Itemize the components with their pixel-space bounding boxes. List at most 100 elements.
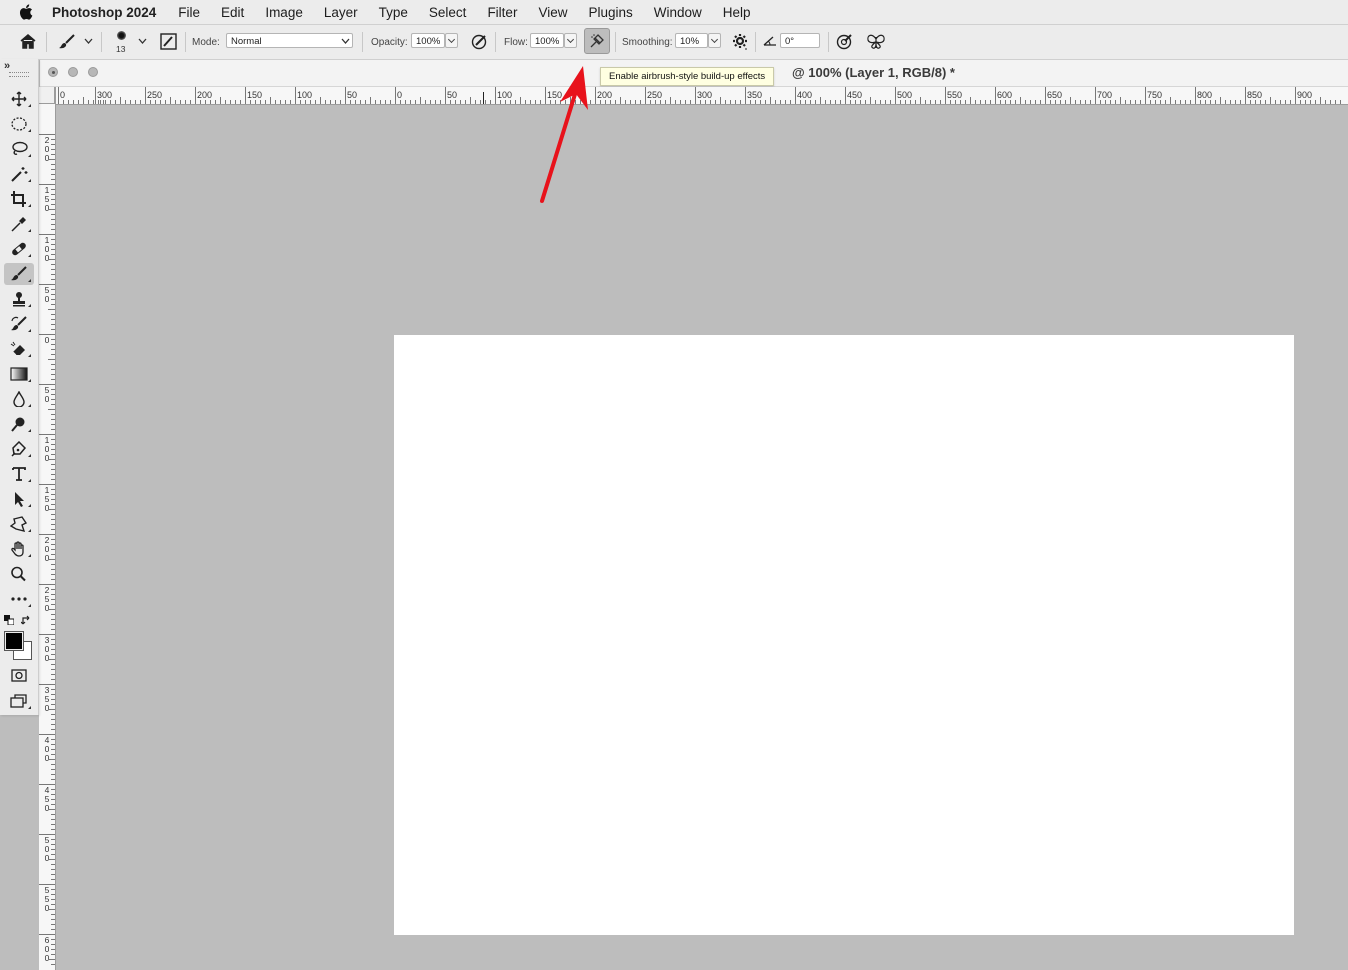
ruler-origin-corner[interactable] bbox=[39, 87, 55, 104]
ruler-minor-tick bbox=[1170, 97, 1171, 104]
ruler-minor-tick bbox=[51, 369, 55, 370]
menu-window[interactable]: Window bbox=[654, 5, 702, 20]
close-window-button[interactable] bbox=[48, 67, 58, 77]
menu-bar: Photoshop 2024 File Edit Image Layer Typ… bbox=[0, 0, 1348, 25]
hand-tool[interactable] bbox=[4, 538, 34, 560]
blur-tool[interactable] bbox=[4, 388, 34, 410]
brush-preset-icon[interactable] bbox=[58, 34, 76, 50]
ruler-label: 250 bbox=[647, 90, 663, 100]
zoom-window-button[interactable] bbox=[88, 67, 98, 77]
ruler-minor-tick bbox=[51, 144, 55, 145]
ruler-minor-tick bbox=[175, 100, 176, 104]
chevron-down-icon[interactable] bbox=[84, 38, 93, 45]
ruler-minor-tick bbox=[125, 100, 126, 104]
default-colors-icon[interactable] bbox=[4, 615, 14, 625]
smoothing-dropdown-button[interactable] bbox=[708, 33, 721, 48]
foreground-color-swatch[interactable] bbox=[4, 631, 24, 651]
menu-plugins[interactable]: Plugins bbox=[588, 5, 632, 20]
ruler-minor-tick bbox=[103, 100, 104, 104]
menu-edit[interactable]: Edit bbox=[221, 5, 244, 20]
collapse-panel-icon[interactable]: » bbox=[4, 60, 10, 72]
gear-icon[interactable] bbox=[732, 33, 750, 51]
ruler-minor-tick bbox=[51, 419, 55, 420]
gradient-tool[interactable] bbox=[4, 363, 34, 385]
ruler-minor-tick bbox=[48, 759, 55, 760]
opacity-field[interactable]: 100% bbox=[411, 33, 445, 48]
ruler-minor-tick bbox=[455, 100, 456, 104]
menu-image[interactable]: Image bbox=[265, 5, 303, 20]
ruler-minor-tick bbox=[51, 224, 55, 225]
panel-grip[interactable] bbox=[9, 72, 29, 77]
menu-type[interactable]: Type bbox=[379, 5, 408, 20]
opacity-dropdown-button[interactable] bbox=[445, 33, 458, 48]
dodge-tool[interactable] bbox=[4, 413, 34, 435]
menu-select[interactable]: Select bbox=[429, 5, 467, 20]
pressure-opacity-icon[interactable] bbox=[471, 33, 489, 51]
ruler-minor-tick bbox=[940, 100, 941, 104]
ruler-minor-tick bbox=[48, 209, 55, 210]
magic-wand-tool[interactable] bbox=[4, 163, 34, 185]
menu-file[interactable]: File bbox=[178, 5, 200, 20]
flow-dropdown-button[interactable] bbox=[564, 33, 577, 48]
history-brush-tool[interactable] bbox=[4, 313, 34, 335]
app-name[interactable]: Photoshop 2024 bbox=[52, 5, 156, 20]
angle-field[interactable]: 0° bbox=[780, 33, 820, 48]
smoothing-field[interactable]: 10% bbox=[675, 33, 708, 48]
menu-view[interactable]: View bbox=[538, 5, 567, 20]
ruler-minor-tick bbox=[375, 100, 376, 104]
opacity-label: Opacity: bbox=[371, 37, 408, 48]
swap-colors-icon[interactable] bbox=[21, 615, 32, 626]
custom-shape-tool[interactable] bbox=[4, 513, 34, 535]
type-tool[interactable] bbox=[4, 463, 34, 485]
clone-stamp-tool[interactable] bbox=[4, 288, 34, 310]
quick-mask-button[interactable] bbox=[4, 665, 34, 687]
ruler-minor-tick bbox=[48, 609, 55, 610]
move-tool[interactable] bbox=[4, 88, 34, 110]
ruler-label: 850 bbox=[1247, 90, 1263, 100]
ruler-minor-tick bbox=[51, 189, 55, 190]
menu-filter[interactable]: Filter bbox=[487, 5, 517, 20]
marquee-tool[interactable] bbox=[4, 113, 34, 135]
ruler-minor-tick bbox=[710, 100, 711, 104]
ruler-minor-tick bbox=[51, 654, 55, 655]
zoom-tool[interactable] bbox=[4, 563, 34, 585]
brush-tool[interactable] bbox=[4, 263, 34, 285]
horizontal-ruler[interactable]: 0 300 250 200 150 100 50 0 50 100 150 200 250 300 350 4… bbox=[55, 87, 1348, 105]
flow-field[interactable]: 100% bbox=[530, 33, 564, 48]
vertical-ruler[interactable]: 2001501005005010015020025030035040045050… bbox=[39, 87, 56, 970]
document-canvas[interactable] bbox=[394, 335, 1294, 935]
ruler-minor-tick bbox=[435, 100, 436, 104]
airbrush-button[interactable] bbox=[584, 28, 610, 54]
ruler-major-tick bbox=[195, 87, 196, 104]
ruler-minor-tick bbox=[1260, 100, 1261, 104]
menu-help[interactable]: Help bbox=[723, 5, 751, 20]
eyedropper-tool[interactable] bbox=[4, 213, 34, 235]
ruler-minor-tick bbox=[98, 100, 99, 104]
home-icon[interactable] bbox=[19, 33, 37, 50]
crop-tool[interactable] bbox=[4, 188, 34, 210]
path-selection-tool[interactable] bbox=[4, 488, 34, 510]
apple-icon[interactable] bbox=[18, 3, 36, 21]
pressure-size-icon[interactable] bbox=[836, 33, 854, 51]
pen-tool[interactable] bbox=[4, 438, 34, 460]
screen-mode-button[interactable] bbox=[4, 690, 34, 712]
ruler-minor-tick bbox=[600, 100, 601, 104]
ruler-major-tick bbox=[645, 87, 646, 104]
chevron-down-icon[interactable] bbox=[138, 38, 147, 45]
minimize-window-button[interactable] bbox=[68, 67, 78, 77]
mode-select[interactable]: Normal bbox=[226, 33, 353, 48]
ruler-minor-tick bbox=[1160, 100, 1161, 104]
ruler-major-tick bbox=[145, 87, 146, 104]
more-tools[interactable] bbox=[4, 588, 34, 610]
eraser-tool[interactable] bbox=[4, 338, 34, 360]
lasso-tool[interactable] bbox=[4, 138, 34, 160]
ruler-minor-tick bbox=[610, 100, 611, 104]
brush-tip-icon[interactable] bbox=[117, 31, 126, 40]
ruler-minor-tick bbox=[800, 100, 801, 104]
healing-brush-tool[interactable] bbox=[4, 238, 34, 260]
symmetry-butterfly-icon[interactable] bbox=[866, 33, 886, 51]
ruler-minor-tick bbox=[48, 859, 55, 860]
ruler-minor-tick bbox=[930, 100, 931, 104]
menu-layer[interactable]: Layer bbox=[324, 5, 358, 20]
brush-settings-panel-icon[interactable] bbox=[160, 33, 177, 50]
